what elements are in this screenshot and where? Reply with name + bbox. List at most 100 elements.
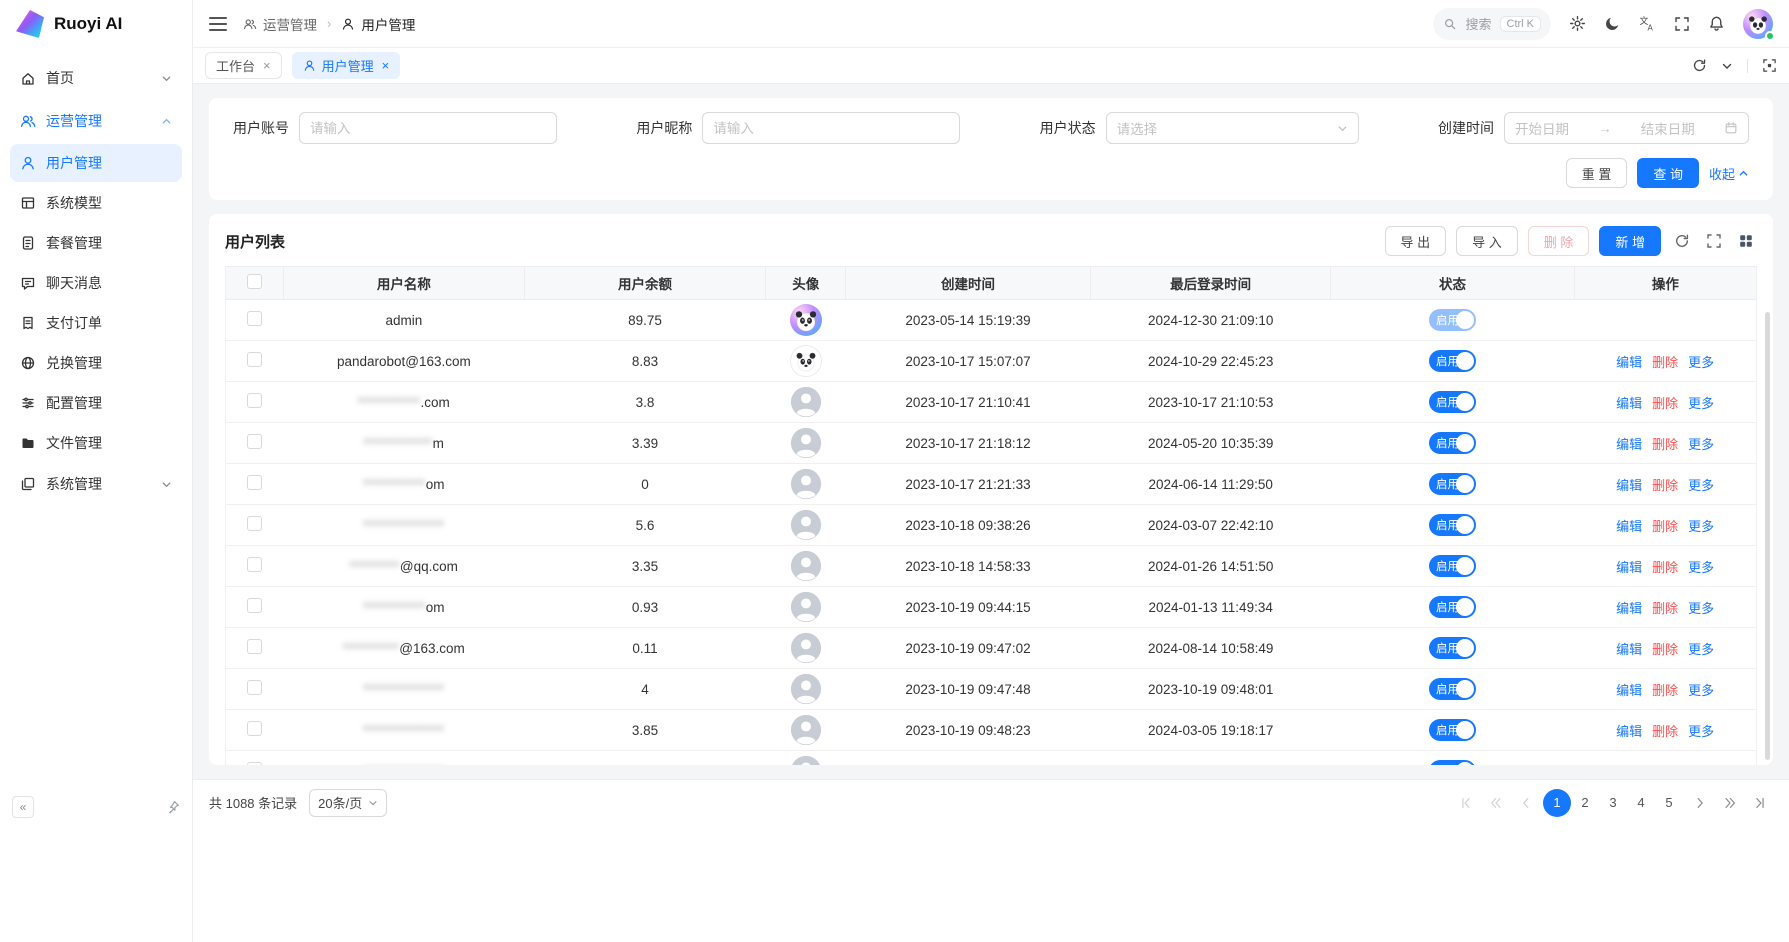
edit-link[interactable]: 编辑 [1616,519,1642,534]
row-checkbox[interactable] [247,393,262,408]
brand[interactable]: Ruoyi AI [0,0,192,48]
sidebar-item[interactable]: 配置管理 [10,384,182,422]
breadcrumb-item[interactable]: 运营管理 [243,14,317,34]
edit-link[interactable]: 编辑 [1616,601,1642,616]
export-button[interactable]: 导 出 [1385,226,1447,256]
more-link[interactable]: 更多 [1688,437,1714,452]
chevron-down-icon[interactable] [1721,60,1733,72]
sidebar-item[interactable]: 用户管理 [10,144,182,182]
expand-icon[interactable] [1703,230,1725,252]
delete-button[interactable]: 删 除 [1528,226,1590,256]
row-checkbox[interactable] [247,721,262,736]
tab-workbench[interactable]: 工作台 × [205,52,282,79]
delete-link[interactable]: 删除 [1652,437,1678,452]
more-link[interactable]: 更多 [1688,724,1714,739]
last-page-button[interactable] [1747,790,1773,816]
row-checkbox[interactable] [247,639,262,654]
next-page-button[interactable] [1687,790,1713,816]
edit-link[interactable]: 编辑 [1616,724,1642,739]
status-toggle[interactable]: 启用 [1429,760,1476,765]
more-link[interactable]: 更多 [1688,519,1714,534]
more-link[interactable]: 更多 [1688,601,1714,616]
status-toggle[interactable]: 启用 [1429,309,1476,331]
created-date-range[interactable]: 开始日期 → 结束日期 [1504,112,1749,144]
page-size-select[interactable]: 20条/页 [309,789,387,817]
row-checkbox[interactable] [247,352,262,367]
sidebar-item[interactable]: 系统模型 [10,184,182,222]
close-icon[interactable]: × [263,58,271,73]
sidebar-item-system[interactable]: 系统管理 [10,464,182,504]
delete-link[interactable]: 删除 [1652,724,1678,739]
collapse-filters-link[interactable]: 收起 [1709,164,1749,183]
first-page-button[interactable] [1453,790,1479,816]
prev-page-button[interactable] [1513,790,1539,816]
more-link[interactable]: 更多 [1688,396,1714,411]
sidebar-item[interactable]: 支付订单 [10,304,182,342]
focus-mode-icon[interactable] [1762,58,1777,73]
row-checkbox[interactable] [247,680,262,695]
status-select[interactable]: 请选择 [1106,112,1359,144]
edit-link[interactable]: 编辑 [1616,478,1642,493]
edit-link[interactable]: 编辑 [1616,765,1642,766]
fullscreen-icon[interactable] [1674,16,1690,32]
sidebar-item-ops[interactable]: 运营管理 [10,101,182,141]
table-scrollbar[interactable] [1765,312,1770,760]
row-checkbox[interactable] [247,434,262,449]
edit-link[interactable]: 编辑 [1616,560,1642,575]
delete-link[interactable]: 删除 [1652,396,1678,411]
more-link[interactable]: 更多 [1688,355,1714,370]
edit-link[interactable]: 编辑 [1616,396,1642,411]
more-link[interactable]: 更多 [1688,478,1714,493]
moon-icon[interactable] [1604,15,1621,32]
select-all-checkbox[interactable] [247,274,262,289]
status-toggle[interactable]: 启用 [1429,432,1476,454]
more-link[interactable]: 更多 [1688,765,1714,766]
status-toggle[interactable]: 启用 [1429,514,1476,536]
close-icon[interactable]: × [382,58,390,73]
sidebar-item[interactable]: 兑换管理 [10,344,182,382]
status-toggle[interactable]: 启用 [1429,678,1476,700]
refresh-icon[interactable] [1671,230,1693,252]
breadcrumb-item-current[interactable]: 用户管理 [341,14,415,34]
status-toggle[interactable]: 启用 [1429,473,1476,495]
edit-link[interactable]: 编辑 [1616,642,1642,657]
status-toggle[interactable]: 启用 [1429,391,1476,413]
row-checkbox[interactable] [247,516,262,531]
delete-link[interactable]: 删除 [1652,560,1678,575]
edit-link[interactable]: 编辑 [1616,355,1642,370]
delete-link[interactable]: 删除 [1652,642,1678,657]
sidebar-item[interactable]: 聊天消息 [10,264,182,302]
more-link[interactable]: 更多 [1688,560,1714,575]
edit-link[interactable]: 编辑 [1616,437,1642,452]
reset-button[interactable]: 重 置 [1566,158,1628,188]
page-button[interactable]: 5 [1655,789,1683,817]
column-settings-icon[interactable] [1735,230,1757,252]
hamburger-menu-icon[interactable] [209,17,227,31]
refresh-icon[interactable] [1692,58,1707,73]
status-toggle[interactable]: 启用 [1429,350,1476,372]
user-avatar[interactable] [1743,9,1773,39]
search-button[interactable]: 查 询 [1637,158,1699,188]
import-button[interactable]: 导 入 [1456,226,1518,256]
status-toggle[interactable]: 启用 [1429,596,1476,618]
delete-link[interactable]: 删除 [1652,683,1678,698]
page-button[interactable]: 2 [1571,789,1599,817]
row-checkbox[interactable] [247,557,262,572]
next-5-pages-button[interactable] [1717,790,1743,816]
delete-link[interactable]: 删除 [1652,355,1678,370]
delete-link[interactable]: 删除 [1652,519,1678,534]
page-button[interactable]: 4 [1627,789,1655,817]
row-checkbox[interactable] [247,598,262,613]
status-toggle[interactable]: 启用 [1429,719,1476,741]
tab-user-management[interactable]: 用户管理 × [292,52,401,79]
more-link[interactable]: 更多 [1688,683,1714,698]
sidebar-item-home[interactable]: 首页 [10,58,182,98]
sidebar-item[interactable]: 文件管理 [10,424,182,462]
add-button[interactable]: 新 增 [1599,226,1661,256]
prev-5-pages-button[interactable] [1483,790,1509,816]
sidebar-collapse-button[interactable]: « [12,796,34,818]
settings-icon[interactable] [1569,15,1586,32]
edit-link[interactable]: 编辑 [1616,683,1642,698]
delete-link[interactable]: 删除 [1652,765,1678,766]
global-search[interactable]: 搜索 Ctrl K [1433,8,1551,40]
